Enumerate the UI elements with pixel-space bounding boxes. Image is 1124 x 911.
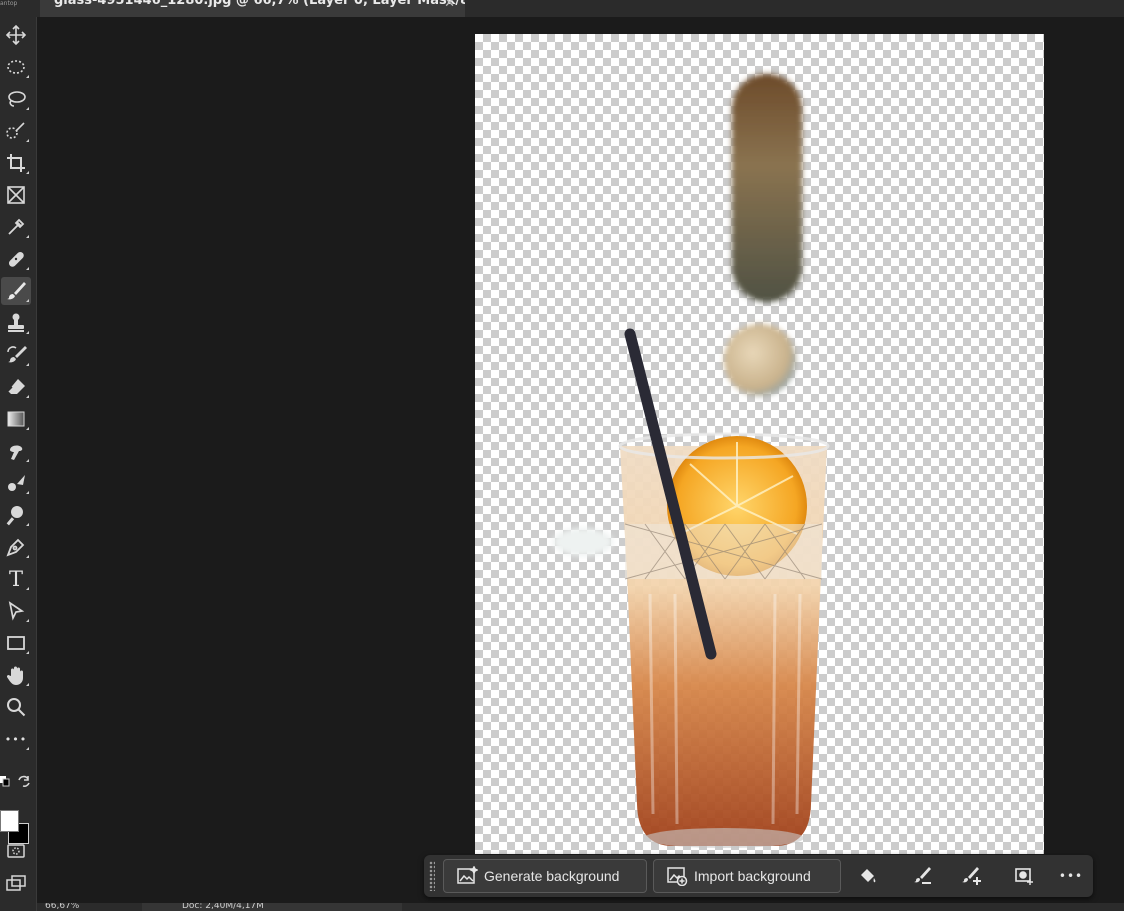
import-image-icon: [667, 867, 688, 886]
blur-tool[interactable]: [1, 469, 31, 497]
document-tab-title: glass-4951446_1280.jpg @ 66,7% (Layer 0,…: [54, 0, 465, 8]
stamp-icon: [8, 313, 24, 332]
quick-mask-toggle[interactable]: [1, 837, 31, 865]
pen-icon: [6, 538, 25, 557]
bandage-icon: [8, 251, 24, 267]
crop-tool[interactable]: [1, 149, 31, 177]
mask-settings-icon: [1015, 868, 1033, 885]
screen-mode-icon: [6, 875, 26, 891]
gradient-icon: [7, 411, 25, 427]
document-tab[interactable]: glass-4951446_1280.jpg @ 66,7% (Layer 0,…: [40, 0, 465, 17]
generate-image-icon: [457, 866, 478, 884]
rectangle-tool[interactable]: [1, 629, 31, 657]
crop-icon: [7, 154, 25, 172]
move-icon: [5, 24, 27, 46]
move-tool[interactable]: [1, 21, 31, 49]
more-options-button[interactable]: •••: [1059, 864, 1083, 888]
zoom-level[interactable]: 66,67%: [45, 903, 79, 911]
edit-toolbar[interactable]: •••: [1, 725, 31, 753]
fill-bucket-button[interactable]: [856, 864, 880, 888]
elliptical-marquee-tool[interactable]: [1, 53, 31, 81]
quick-mask-icon: [7, 844, 25, 858]
status-bar: 66,67% Doc: 2,40M/4,17M: [37, 903, 1124, 911]
pen-tool[interactable]: [1, 533, 31, 561]
more-dots-icon: •••: [4, 732, 28, 746]
dodge-tool[interactable]: [1, 501, 31, 529]
hand-tool[interactable]: [1, 661, 31, 689]
import-background-button[interactable]: Import background: [653, 859, 841, 893]
swap-colors-icon[interactable]: [16, 774, 32, 788]
color-swap-controls: [0, 774, 36, 794]
more-dots-icon: •••: [1058, 869, 1084, 883]
refine-brush-button[interactable]: [910, 864, 934, 888]
frame-tool[interactable]: [1, 181, 31, 209]
smudge-tool[interactable]: [1, 437, 31, 465]
drag-handle[interactable]: [429, 861, 435, 891]
import-background-label: Import background: [694, 868, 811, 884]
clone-stamp-tool[interactable]: [1, 309, 31, 337]
generate-background-button[interactable]: Generate background: [443, 859, 647, 893]
type-icon: T: [8, 567, 23, 591]
healing-brush-tool[interactable]: [1, 245, 31, 273]
screen-mode-toggle[interactable]: [1, 869, 31, 897]
magnifier-icon: [7, 698, 26, 717]
document-canvas[interactable]: [475, 34, 1044, 854]
type-tool[interactable]: T: [1, 565, 31, 593]
close-icon[interactable]: ✕: [444, 0, 455, 11]
canvas-image: [553, 74, 830, 848]
contextual-task-bar: Generate background Import background ••…: [424, 855, 1093, 897]
document-info[interactable]: Doc: 2,40M/4,17M: [142, 903, 402, 911]
document-tab-bar: antop glass-4951446_1280.jpg @ 66,7% (La…: [0, 0, 1124, 17]
brush-tool[interactable]: [1, 277, 31, 305]
refine-brush-icon: [914, 867, 931, 884]
hand-icon: [6, 666, 23, 685]
lasso-tool[interactable]: [1, 85, 31, 113]
quick-selection-icon: [6, 122, 25, 139]
blur-icon: [8, 475, 25, 491]
frame-icon: [7, 186, 25, 204]
zoom-tool[interactable]: [1, 693, 31, 721]
brush-icon: [7, 282, 26, 300]
quick-selection-tool[interactable]: [1, 117, 31, 145]
tools-panel: T •••: [0, 17, 37, 911]
path-selection-tool[interactable]: [1, 597, 31, 625]
add-brush-icon: [962, 867, 981, 885]
smudge-icon: [10, 445, 23, 460]
rectangle-icon: [7, 636, 25, 650]
mask-settings-button[interactable]: [1012, 864, 1036, 888]
fill-bucket-icon: [861, 869, 876, 883]
eyedropper-icon: [8, 218, 25, 235]
ellipse-marquee-icon: [7, 60, 25, 74]
eraser-icon: [7, 379, 25, 394]
dodge-icon: [6, 506, 23, 526]
arrow-select-icon: [8, 601, 25, 621]
gradient-tool[interactable]: [1, 405, 31, 433]
foreground-color-swatch[interactable]: [0, 810, 19, 832]
app-corner-label: antop: [0, 0, 18, 7]
default-colors-icon[interactable]: [0, 774, 10, 788]
add-brush-button[interactable]: [960, 864, 984, 888]
lasso-icon: [8, 91, 26, 107]
generate-background-label: Generate background: [484, 868, 620, 884]
eyedropper-tool[interactable]: [1, 213, 31, 241]
history-brush-icon: [7, 346, 27, 363]
history-brush-tool[interactable]: [1, 341, 31, 369]
eraser-tool[interactable]: [1, 373, 31, 401]
